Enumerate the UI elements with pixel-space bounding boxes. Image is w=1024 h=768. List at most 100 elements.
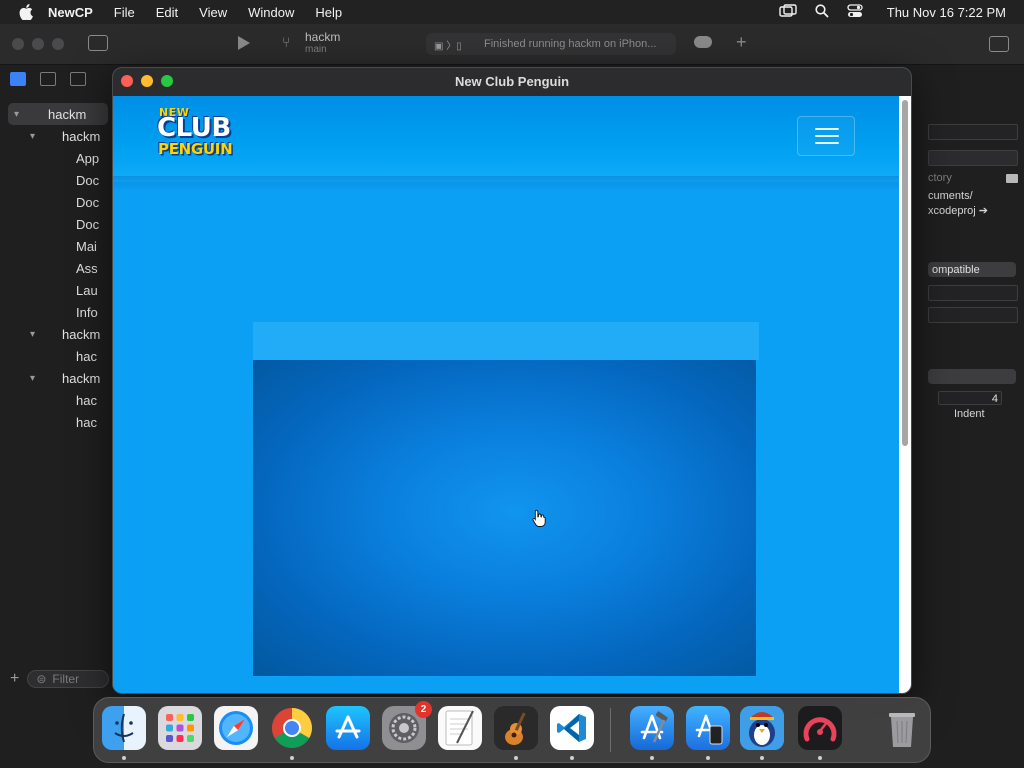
menu-bar: NewCP File Edit View Window Help Thu Nov… <box>0 0 1024 24</box>
dock-safari[interactable] <box>214 706 258 750</box>
dock-system-settings[interactable]: 2 <box>382 701 432 750</box>
nav-item-file[interactable]: hac <box>0 411 112 433</box>
dock-simulator[interactable] <box>686 706 730 750</box>
reveal-arrow-icon[interactable]: ➔ <box>979 205 988 217</box>
chevron-down-icon[interactable]: ▾ <box>14 109 19 120</box>
inspector-field[interactable] <box>928 307 1018 323</box>
dock-trash[interactable] <box>880 706 924 750</box>
hamburger-menu-button[interactable] <box>797 116 855 156</box>
inspector-toggle-icon[interactable] <box>989 36 1009 52</box>
control-center-icon[interactable] <box>847 3 863 21</box>
dock-launchpad[interactable] <box>158 706 202 750</box>
chevron-down-icon[interactable]: ▾ <box>30 373 35 384</box>
add-icon[interactable]: + <box>736 32 747 53</box>
dock-textedit[interactable] <box>438 706 482 750</box>
nav-item-group[interactable]: ▾ hackm <box>0 367 112 389</box>
running-indicator <box>818 756 822 760</box>
nav-item-label: App <box>76 150 100 166</box>
nav-item-file[interactable]: hac <box>0 345 112 367</box>
activity-status-text: Finished running hackm on iPhon... <box>484 38 657 50</box>
dock-xcode[interactable] <box>630 706 674 750</box>
dock-app-store[interactable] <box>326 706 370 750</box>
run-button-icon[interactable] <box>238 36 250 50</box>
club-penguin-logo[interactable]: NEW CLUB PENGUIN <box>157 106 277 162</box>
menu-help[interactable]: Help <box>315 5 342 20</box>
apple-menu-icon[interactable] <box>18 4 34 20</box>
xcode-close-button[interactable] <box>12 38 24 50</box>
garageband-icon <box>505 712 526 745</box>
nav-item-label: hackm <box>62 128 101 144</box>
newcp-penguin-icon <box>740 706 784 750</box>
dock-instruments[interactable] <box>798 706 842 750</box>
folder-icon[interactable] <box>1006 174 1018 183</box>
filter-icon: ⊜ <box>36 672 47 686</box>
inspector-field[interactable] <box>928 285 1018 301</box>
chevron-down-icon[interactable]: ▾ <box>30 329 35 340</box>
scheme-name: hackm <box>305 30 341 44</box>
menu-file[interactable]: File <box>114 5 135 20</box>
nav-item-file[interactable]: Doc <box>0 169 112 191</box>
scheme-selector[interactable]: hackm main <box>305 30 340 55</box>
inspector-field[interactable] <box>928 124 1018 140</box>
nav-item-label: Lau <box>76 282 98 298</box>
nav-item-group[interactable]: ▾ hackm <box>0 323 112 345</box>
nav-item-file[interactable]: Doc <box>0 191 112 213</box>
nav-item-label: hac <box>76 392 97 408</box>
menu-window[interactable]: Window <box>248 5 294 20</box>
spotlight-search-icon[interactable] <box>815 3 829 21</box>
navigator-toggle-icon[interactable] <box>88 35 108 51</box>
nav-item-file[interactable]: Mai <box>0 235 112 257</box>
nav-item-file[interactable]: Info <box>0 301 112 323</box>
symbol-navigator-icon[interactable] <box>70 72 86 86</box>
scrollbar-thumb[interactable] <box>902 100 908 446</box>
indent-width-field[interactable]: 4 <box>938 391 1002 405</box>
chevron-down-icon[interactable]: ▾ <box>30 131 35 142</box>
finder-icon <box>114 713 134 743</box>
nav-item-group[interactable]: ▾ hackm <box>0 125 112 147</box>
path-line-1: cuments/ <box>928 190 973 202</box>
nav-item-label: Doc <box>76 216 100 232</box>
menu-edit[interactable]: Edit <box>156 5 178 20</box>
screen-mirroring-icon[interactable] <box>779 3 797 21</box>
game-canvas[interactable] <box>253 360 756 676</box>
hamburger-line <box>815 128 839 130</box>
nav-item-label: Mai <box>76 238 97 254</box>
running-indicator <box>650 756 654 760</box>
nav-item-file[interactable]: hac <box>0 389 112 411</box>
add-file-icon[interactable]: + <box>10 670 19 688</box>
dock-finder[interactable] <box>102 706 146 750</box>
menu-view[interactable]: View <box>199 5 227 20</box>
location-label: ctory <box>928 172 952 184</box>
inspector-popup[interactable] <box>928 369 1016 384</box>
window-titlebar[interactable]: New Club Penguin <box>113 68 911 97</box>
nav-item-file[interactable]: Ass <box>0 257 112 279</box>
dock-chrome[interactable] <box>270 706 314 750</box>
nav-item-file[interactable]: Lau <box>0 279 112 301</box>
cloud-icon[interactable] <box>694 36 712 48</box>
nav-item-label: Ass <box>76 260 98 276</box>
menubar-clock[interactable]: Thu Nov 16 7:22 PM <box>887 5 1006 20</box>
running-indicator <box>706 756 710 760</box>
dock-vscode[interactable] <box>550 706 594 750</box>
nav-item-file[interactable]: App <box>0 147 112 169</box>
nav-item-label: Doc <box>76 172 100 188</box>
project-navigator-icon[interactable] <box>10 72 26 86</box>
inspector-popup[interactable] <box>928 150 1018 166</box>
chrome-icon <box>272 708 312 748</box>
xcode-minimize-button[interactable] <box>32 38 44 50</box>
dock-newcp[interactable] <box>740 706 784 750</box>
filter-input[interactable]: ⊜ Filter <box>27 670 110 688</box>
dock-separator <box>610 708 611 752</box>
app-menu-newcp[interactable]: NewCP <box>48 5 93 20</box>
hamburger-line <box>815 142 839 144</box>
dock-garageband[interactable] <box>494 706 538 750</box>
compatibility-popup[interactable]: ompatible <box>928 262 1016 277</box>
nav-item-label: hackm <box>62 326 101 342</box>
xcode-zoom-button[interactable] <box>52 38 64 50</box>
nav-item-file[interactable]: Doc <box>0 213 112 235</box>
run-destination-icon[interactable]: ▣ 〉▯ <box>434 37 474 52</box>
source-control-navigator-icon[interactable] <box>40 72 56 86</box>
textedit-icon <box>445 710 474 746</box>
club-penguin-window: New Club Penguin NEW CLUB PENGUIN <box>112 67 912 694</box>
nav-item-project[interactable]: ▾ hackm <box>8 103 108 125</box>
